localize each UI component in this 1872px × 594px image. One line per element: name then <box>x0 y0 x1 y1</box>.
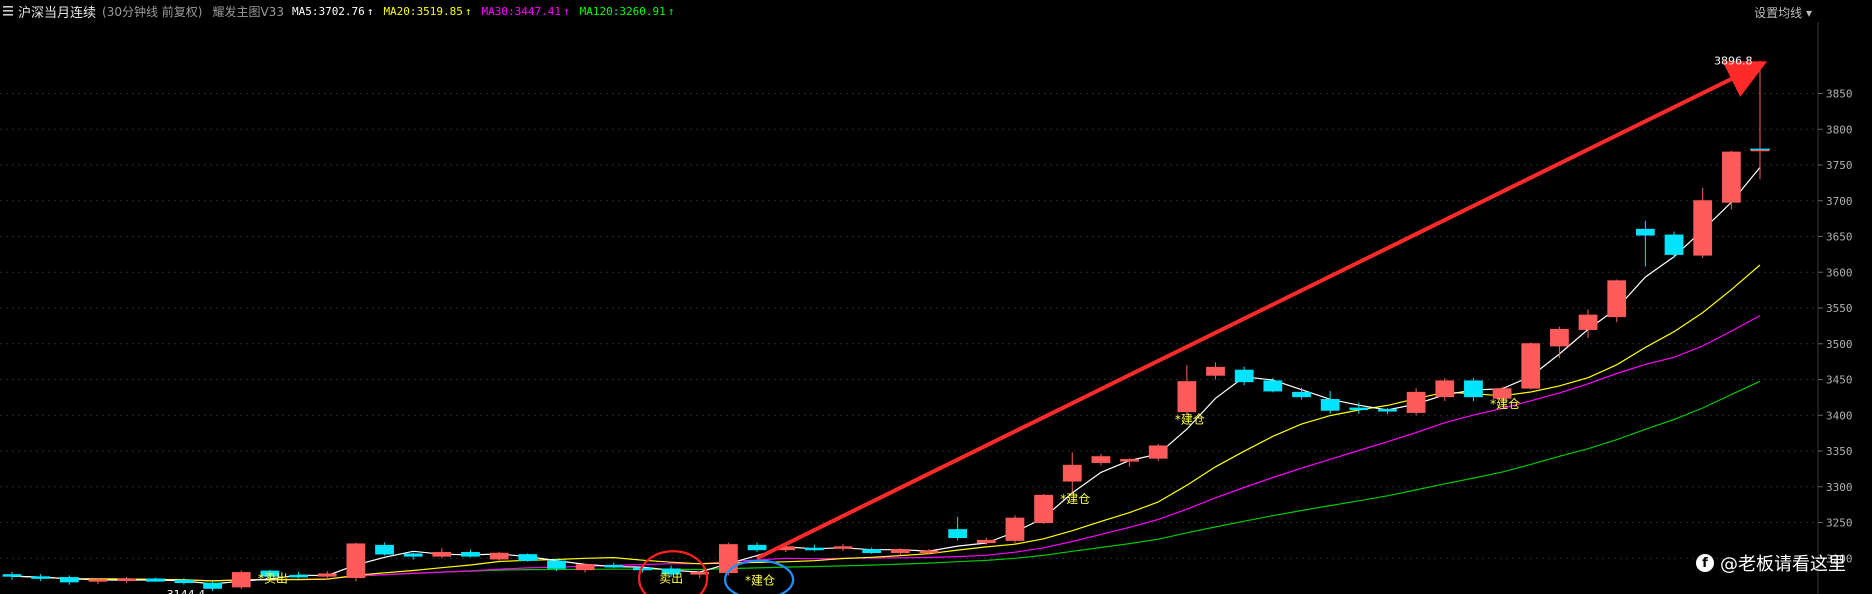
candle-body <box>976 539 996 544</box>
chevron-down-icon: ▾ <box>1805 6 1812 20</box>
y-tick-label: 3250 <box>1826 517 1853 530</box>
candle-body <box>145 578 165 582</box>
candle-body <box>375 544 394 555</box>
candle-body <box>31 576 51 579</box>
candle-body <box>1550 328 1569 347</box>
y-tick-label: 3300 <box>1826 481 1853 494</box>
candle-body <box>317 573 337 577</box>
candle-body <box>59 577 79 583</box>
candle-body <box>1062 464 1082 482</box>
candle-body <box>174 579 194 584</box>
y-tick-label: 3450 <box>1826 374 1853 387</box>
signal-label: *建仓 <box>1490 397 1520 411</box>
candle-body <box>489 552 509 560</box>
y-tick-label: 3850 <box>1826 88 1853 101</box>
signal-label: *卖出 <box>258 571 288 585</box>
y-tick-label: 3700 <box>1826 195 1853 208</box>
signal-label: 3144.4 <box>167 588 206 594</box>
candle-body <box>1091 456 1111 463</box>
candle-body <box>1464 380 1483 398</box>
candle-body <box>1005 517 1025 541</box>
candle-body <box>747 544 767 551</box>
y-tick-label: 3500 <box>1826 338 1853 351</box>
signal-label: 卖出 <box>659 571 683 585</box>
signal-label: *建仓 <box>1175 413 1205 427</box>
candle-body <box>1034 494 1053 523</box>
ma20-line <box>11 264 1761 582</box>
candle-body <box>1578 314 1598 330</box>
candle-body <box>547 560 566 569</box>
ma120-value: MA120:3260.91 ↑ <box>579 4 675 18</box>
candle-body <box>1177 381 1197 413</box>
candle-body <box>203 582 222 589</box>
menu-icon[interactable] <box>2 4 14 18</box>
candle-body <box>1263 380 1283 392</box>
candle-body <box>1120 459 1139 462</box>
candle-body <box>862 549 882 554</box>
candle-body <box>1349 407 1369 411</box>
candle-body <box>432 552 452 557</box>
candle-body <box>1378 409 1397 412</box>
candle-body <box>1721 151 1741 203</box>
candle-body <box>719 544 738 574</box>
signal-label: *建仓 <box>745 573 775 587</box>
candle-body <box>1664 234 1684 255</box>
candle-body <box>1234 369 1254 383</box>
signal-label: 3896.8 <box>1714 55 1753 68</box>
candle-body <box>1206 366 1225 376</box>
signal-label: *建仓 <box>1060 492 1090 506</box>
candle-body <box>575 564 595 571</box>
watermark: f @老板请看这里 <box>1696 550 1846 576</box>
indicator-name[interactable]: 耀发主图V33 <box>212 3 283 20</box>
candle-body <box>117 578 137 581</box>
candle-body <box>289 574 308 578</box>
ma120-line <box>11 380 1761 582</box>
chart-subtitle: (30分钟线 前复权) <box>102 4 203 19</box>
ma30-line <box>11 315 1761 582</box>
y-tick-label: 3400 <box>1826 409 1853 422</box>
candle-body <box>231 572 251 588</box>
candle-body <box>461 552 480 557</box>
facebook-icon: f <box>1696 554 1714 572</box>
y-tick-label: 3350 <box>1826 445 1853 458</box>
ma-settings-button[interactable]: 设置均线 ▾ <box>1754 4 1812 21</box>
candle-body <box>604 564 624 568</box>
candle-body <box>948 529 968 539</box>
candle-body <box>88 579 108 582</box>
candle-body <box>1148 445 1168 459</box>
candle-body <box>1521 343 1541 389</box>
candle-body <box>890 549 910 554</box>
candle-body <box>403 553 423 557</box>
y-tick-label: 3600 <box>1826 266 1853 279</box>
y-tick-label: 3650 <box>1826 231 1853 244</box>
candlestick-chart: 3200325033003350340034503500355036003650… <box>0 22 1853 594</box>
candle-body <box>2 574 22 577</box>
chart-header: 沪深当月连续 (30分钟线 前复权) 耀发主图V33 MA5:3702.76 ↑ … <box>0 0 1872 22</box>
candle-body <box>346 543 366 579</box>
candle-body <box>1292 391 1311 398</box>
candle-body <box>919 550 939 554</box>
candle-body <box>1635 228 1655 236</box>
y-tick-label: 3750 <box>1826 159 1853 172</box>
candle-body <box>1693 200 1713 256</box>
candle-body <box>1607 280 1627 318</box>
ma30-value: MA30:3447.41 ↑ <box>481 4 570 18</box>
candle-body <box>1320 399 1340 411</box>
ma5-line <box>11 167 1761 585</box>
ma5-value: MA5:3702.76 ↑ <box>291 4 374 18</box>
candle-body <box>804 547 824 551</box>
candle-body <box>518 554 538 561</box>
ma20-value: MA20:3519.85 ↑ <box>383 4 472 18</box>
y-tick-label: 3550 <box>1826 302 1853 315</box>
chart-title: 沪深当月连续 <box>18 5 97 21</box>
candle-body <box>833 546 853 549</box>
candle-body <box>1435 380 1455 398</box>
candle-body <box>1406 391 1426 413</box>
y-tick-label: 3800 <box>1826 123 1853 136</box>
